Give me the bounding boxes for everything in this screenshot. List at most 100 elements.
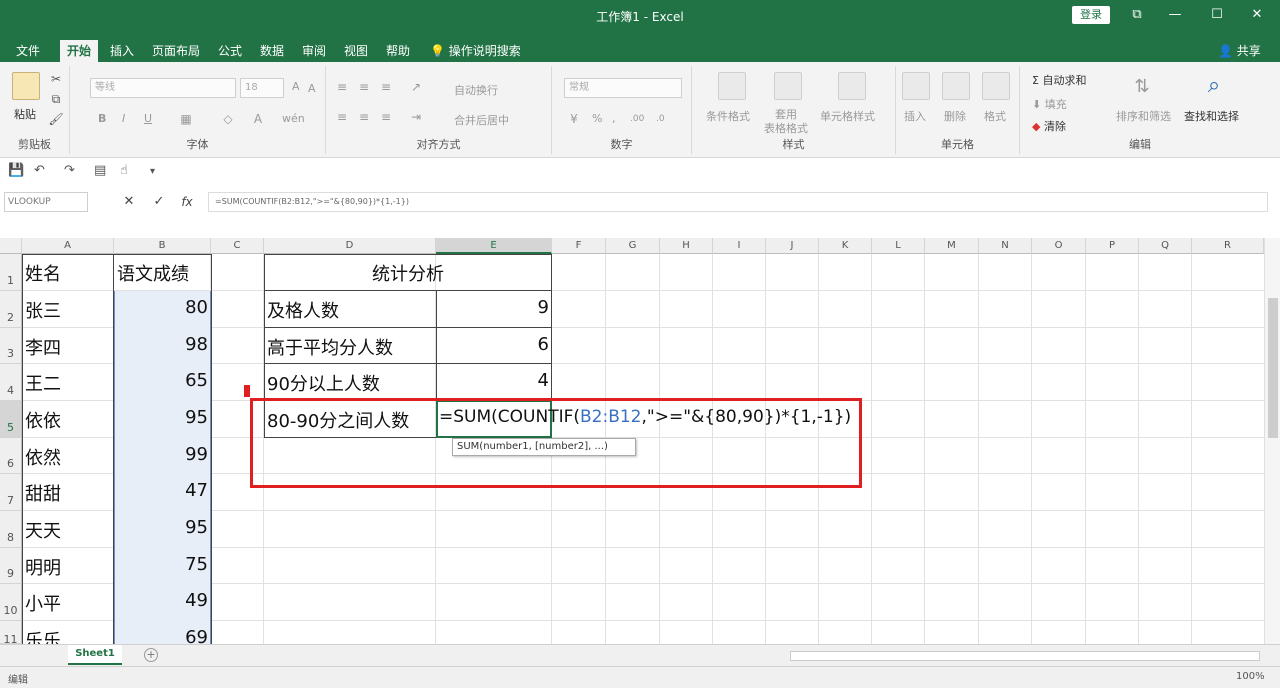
- paste-icon[interactable]: [12, 72, 40, 100]
- tab-data[interactable]: 数据: [254, 40, 290, 62]
- font-size-combo[interactable]: 18: [240, 78, 284, 98]
- column-header-a[interactable]: A: [22, 238, 114, 254]
- cell-b4[interactable]: 65: [114, 370, 211, 391]
- column-header-i[interactable]: I: [713, 238, 766, 254]
- column-header-o[interactable]: O: [1032, 238, 1086, 254]
- format-as-table-button[interactable]: 套用 表格格式: [764, 108, 808, 136]
- touch-mode-icon[interactable]: ☝: [120, 163, 128, 178]
- delete-cells-button[interactable]: 删除: [944, 108, 966, 124]
- row-header-10[interactable]: 10: [0, 584, 22, 621]
- font-name-combo[interactable]: 等线: [90, 78, 236, 98]
- tab-view[interactable]: 视图: [338, 40, 374, 62]
- tab-review[interactable]: 审阅: [296, 40, 332, 62]
- add-sheet-button[interactable]: +: [144, 648, 158, 662]
- row-header-4[interactable]: 4: [0, 364, 22, 401]
- cell-b6[interactable]: 99: [114, 444, 211, 465]
- tab-help[interactable]: 帮助: [380, 40, 416, 62]
- number-format-combo[interactable]: 常规: [564, 78, 682, 98]
- bold-button[interactable]: B: [98, 112, 106, 125]
- row-header-1[interactable]: 1: [0, 254, 22, 291]
- row-header-6[interactable]: 6: [0, 438, 22, 474]
- close-icon[interactable]: ✕: [1242, 6, 1272, 24]
- fill-color-icon[interactable]: ◇: [220, 112, 236, 126]
- row-header-11[interactable]: 11: [0, 621, 22, 644]
- align-right-icon[interactable]: ≡: [378, 110, 394, 124]
- share-button[interactable]: 👤 共享: [1218, 40, 1261, 62]
- tab-file[interactable]: 文件: [8, 40, 48, 62]
- cell-e4[interactable]: 4: [436, 370, 552, 391]
- align-middle-icon[interactable]: ≡: [356, 80, 372, 94]
- insert-cells-icon[interactable]: [902, 72, 930, 100]
- cell-a2[interactable]: 张三: [22, 297, 114, 323]
- cell-b3[interactable]: 98: [114, 334, 211, 355]
- copy-icon[interactable]: ⧉: [48, 92, 64, 106]
- formula-input[interactable]: =SUM(COUNTIF(B2:B12,">="&{80,90})*{1,-1}…: [208, 192, 1268, 212]
- customize-qat-icon[interactable]: ▾: [150, 166, 155, 177]
- row-header-3[interactable]: 3: [0, 328, 22, 364]
- cell-b5[interactable]: 95: [114, 407, 211, 428]
- font-color-icon[interactable]: A: [250, 112, 266, 126]
- worksheet-grid[interactable]: A B C D E F G H I J K L M N O P Q R 1 2 …: [0, 238, 1264, 644]
- cell-styles-button[interactable]: 单元格样式: [820, 108, 875, 124]
- minimize-icon[interactable]: —: [1160, 6, 1190, 24]
- tab-page-layout[interactable]: 页面布局: [146, 40, 206, 62]
- orientation-icon[interactable]: ↗: [408, 80, 424, 94]
- cell-b8[interactable]: 95: [114, 517, 211, 538]
- column-header-e[interactable]: E: [436, 238, 552, 254]
- cell-b2[interactable]: 80: [114, 297, 211, 318]
- cell-b1[interactable]: 语文成绩: [114, 260, 211, 286]
- cell-a10[interactable]: 小平: [22, 590, 114, 616]
- cell-d2[interactable]: 及格人数: [264, 297, 436, 323]
- cell-a1[interactable]: 姓名: [22, 260, 114, 286]
- column-header-b[interactable]: B: [114, 238, 211, 254]
- italic-button[interactable]: I: [122, 112, 125, 125]
- decrease-decimal-button[interactable]: .0: [656, 114, 665, 124]
- shrink-font-button[interactable]: A: [308, 82, 316, 95]
- conditional-formatting-icon[interactable]: [718, 72, 746, 100]
- cell-a11[interactable]: 乐乐: [22, 627, 114, 644]
- paste-button[interactable]: 粘贴: [14, 106, 36, 122]
- sort-filter-icon[interactable]: ⇅: [1130, 76, 1154, 98]
- fill-button[interactable]: ⬇ 填充: [1032, 96, 1067, 112]
- wrap-text-button[interactable]: 自动换行: [454, 82, 498, 98]
- cell-e3[interactable]: 6: [436, 334, 552, 355]
- column-header-f[interactable]: F: [552, 238, 606, 254]
- column-header-q[interactable]: Q: [1139, 238, 1192, 254]
- cut-icon[interactable]: ✂: [48, 72, 64, 86]
- enter-formula-button[interactable]: ✓: [148, 192, 170, 212]
- cell-a3[interactable]: 李四: [22, 334, 114, 360]
- underline-button[interactable]: U: [144, 112, 152, 125]
- cell-a5[interactable]: 依依: [22, 407, 114, 433]
- column-header-j[interactable]: J: [766, 238, 819, 254]
- column-header-m[interactable]: M: [925, 238, 979, 254]
- ribbon-display-options-icon[interactable]: ⧉: [1122, 6, 1152, 24]
- autosum-button[interactable]: Σ 自动求和: [1032, 72, 1086, 88]
- merge-center-button[interactable]: 合并后居中: [454, 112, 509, 128]
- cell-a7[interactable]: 甜甜: [22, 480, 114, 506]
- insert-function-button[interactable]: fx: [176, 192, 198, 212]
- cell-d1-merged[interactable]: 统计分析: [264, 260, 552, 286]
- find-select-button[interactable]: 查找和选择: [1184, 108, 1239, 124]
- format-as-table-icon[interactable]: [774, 72, 802, 100]
- tell-me-search[interactable]: 💡 操作说明搜索: [430, 40, 521, 62]
- cell-styles-icon[interactable]: [838, 72, 866, 100]
- form-icon[interactable]: ▤: [94, 163, 106, 178]
- save-icon[interactable]: 💾: [8, 163, 24, 178]
- column-header-h[interactable]: H: [660, 238, 713, 254]
- row-header-7[interactable]: 7: [0, 474, 22, 511]
- column-header-p[interactable]: P: [1086, 238, 1139, 254]
- column-header-r[interactable]: R: [1192, 238, 1264, 254]
- conditional-formatting-button[interactable]: 条件格式: [706, 108, 750, 124]
- column-header-d[interactable]: D: [264, 238, 436, 254]
- row-header-9[interactable]: 9: [0, 548, 22, 584]
- cell-b11[interactable]: 69: [114, 627, 211, 644]
- find-select-icon[interactable]: ⌕: [1200, 72, 1228, 100]
- zoom-level[interactable]: 100%: [1236, 671, 1265, 682]
- cell-d4[interactable]: 90分以上人数: [264, 370, 436, 396]
- format-painter-icon[interactable]: 🖌: [48, 112, 64, 126]
- column-header-c[interactable]: C: [211, 238, 264, 254]
- align-left-icon[interactable]: ≡: [334, 110, 350, 124]
- format-cells-icon[interactable]: [982, 72, 1010, 100]
- vertical-scrollbar[interactable]: [1264, 238, 1280, 644]
- cell-b10[interactable]: 49: [114, 590, 211, 611]
